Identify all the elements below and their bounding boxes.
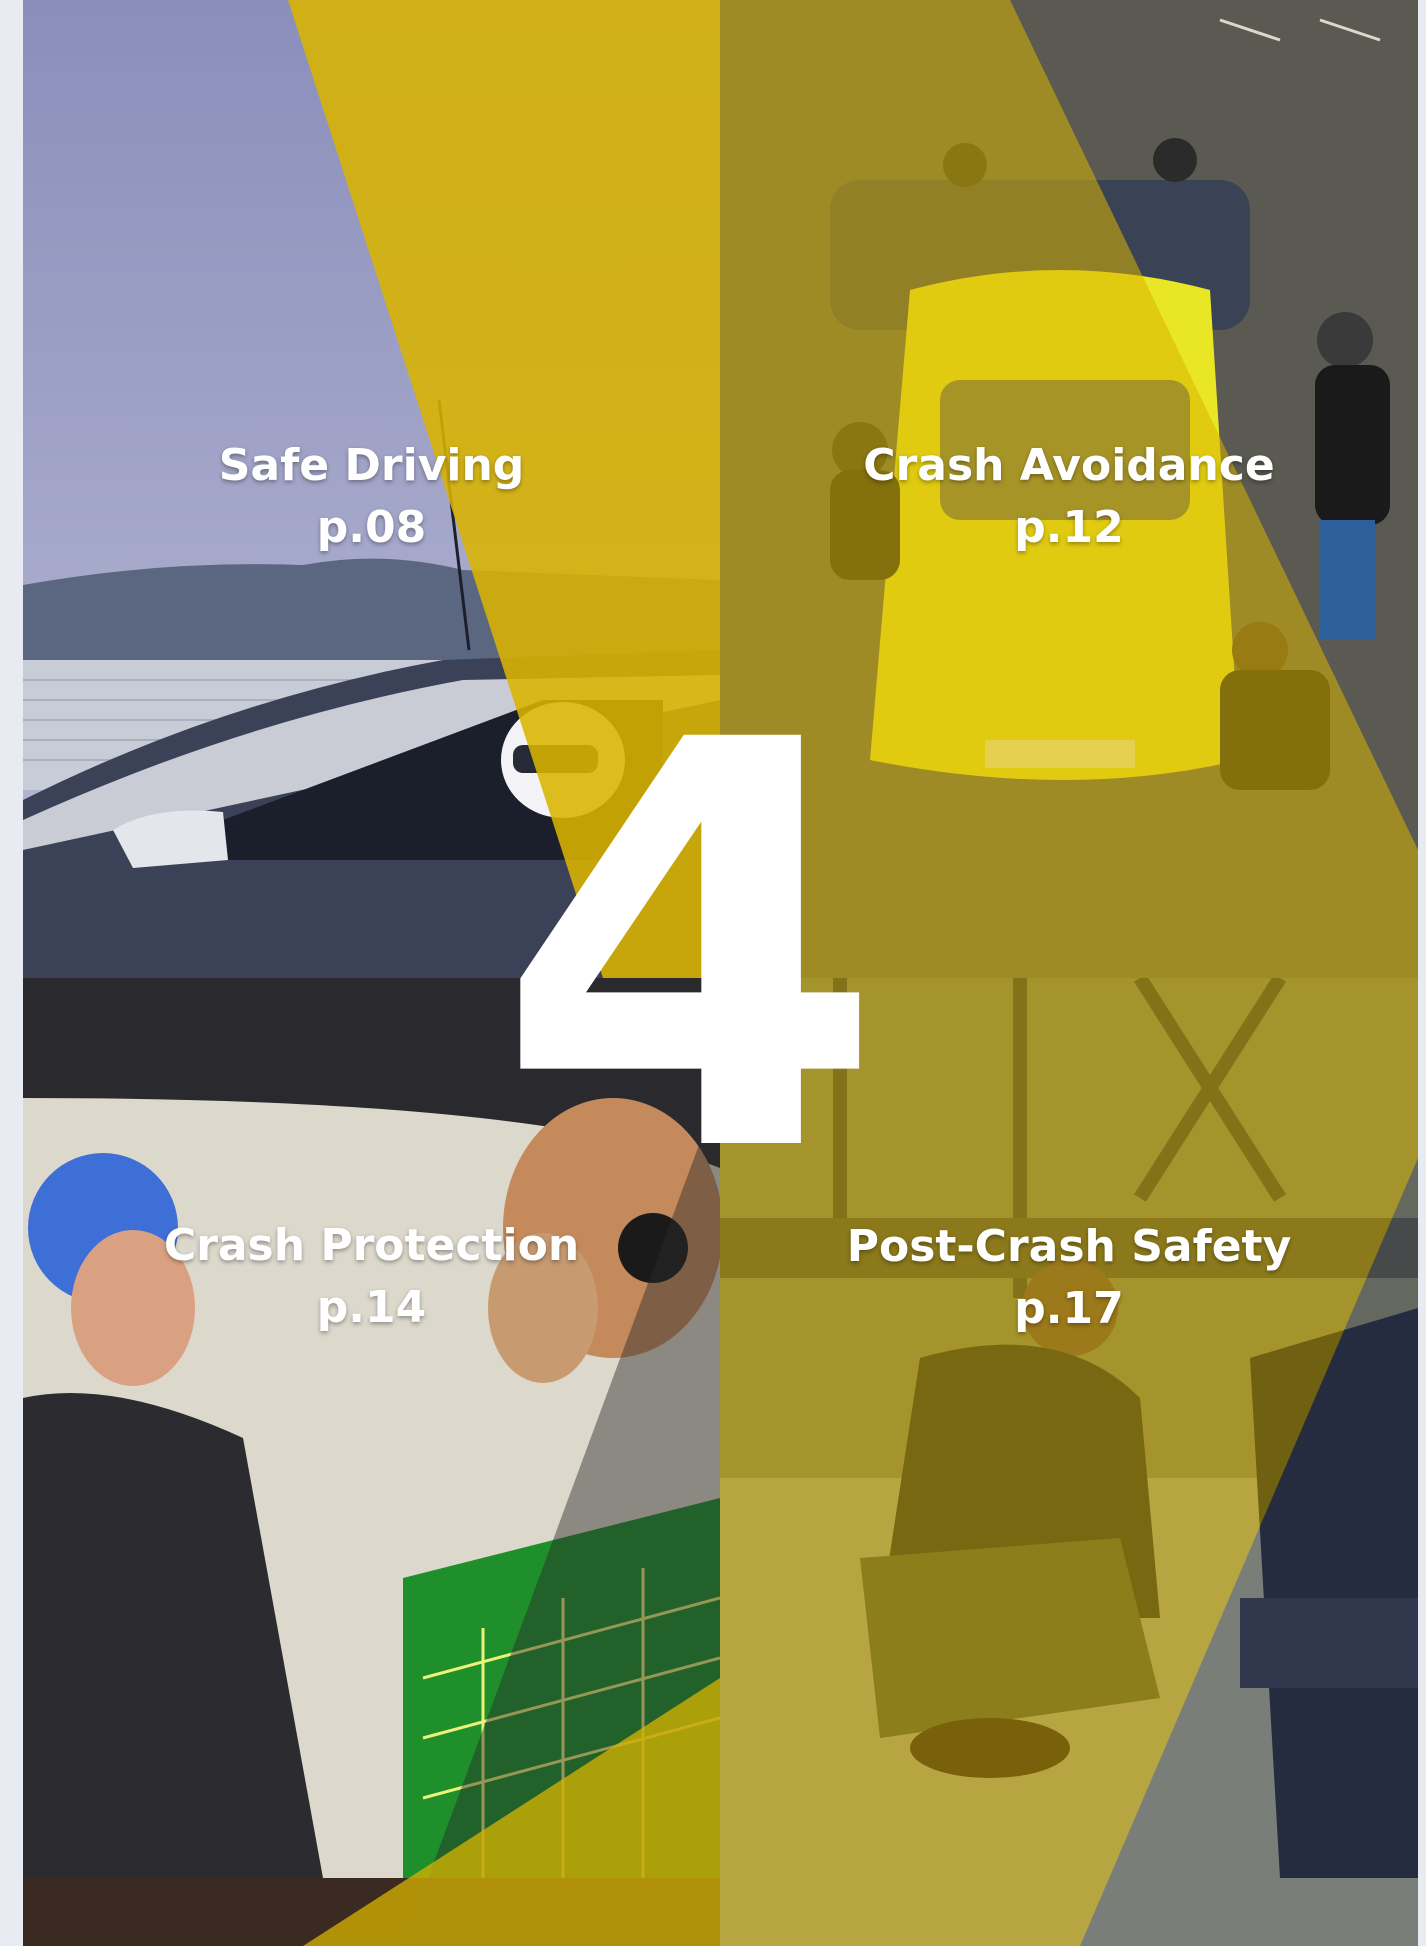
section-title: Safe Driving xyxy=(218,440,525,491)
crash-avoidance-label: Crash Avoidance p.12 xyxy=(720,435,1418,559)
contents-page: Safe Driving p.08 Crash Avoidance p.12 C… xyxy=(0,0,1426,1946)
safe-driving-label: Safe Driving p.08 xyxy=(23,435,720,559)
chapter-number: 4 xyxy=(495,624,885,1276)
section-page: p.12 xyxy=(1014,502,1124,553)
section-page: p.17 xyxy=(1014,1283,1124,1334)
page-margin xyxy=(1418,0,1426,1946)
section-page: p.08 xyxy=(316,502,427,553)
section-title: Crash Avoidance xyxy=(863,440,1275,491)
section-page: p.14 xyxy=(316,1282,427,1333)
